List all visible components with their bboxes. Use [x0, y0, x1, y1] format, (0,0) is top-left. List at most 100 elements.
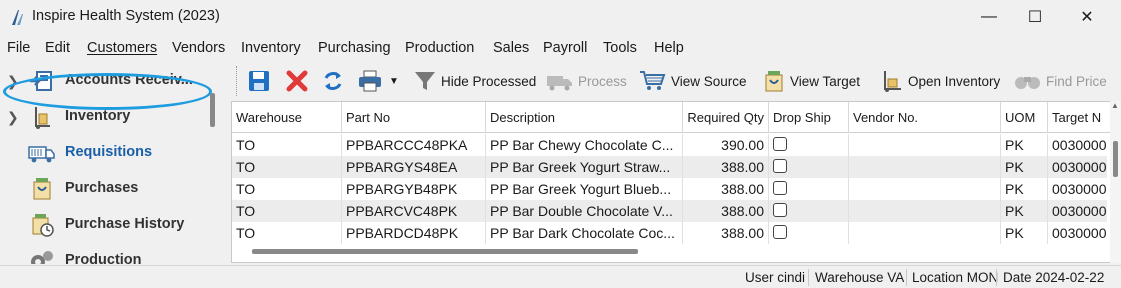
menu-sales[interactable]: Sales [493, 40, 529, 56]
table-row[interactable]: TO PPBARGYB48PK PP Bar Greek Yogurt Blue… [232, 178, 1107, 200]
status-warehouse: Warehouse VA [815, 270, 905, 285]
vertical-scrollbar[interactable]: ▲ [1110, 101, 1121, 263]
menu-payroll[interactable]: Payroll [543, 40, 587, 56]
purchase-bag-icon [765, 71, 783, 92]
view-target-button[interactable]: View Target [762, 68, 860, 94]
column-header-drop-ship[interactable]: Drop Ship [769, 102, 849, 133]
shopping-cart-icon [640, 71, 666, 90]
sidebar-scrollbar[interactable] [210, 93, 215, 127]
close-icon: ✕ [1080, 9, 1094, 26]
column-header-required-qty[interactable]: Required Qty [683, 102, 769, 133]
cell-target-no: 0030000 [1052, 159, 1107, 175]
purchase-bag-icon [33, 178, 51, 200]
drop-ship-checkbox[interactable] [773, 137, 787, 151]
column-header-part-no[interactable]: Part No [342, 102, 486, 133]
maximize-icon: ☐ [1027, 9, 1043, 26]
cell-uom: PK [1001, 178, 1048, 200]
maximize-button[interactable]: ☐ [1012, 0, 1058, 34]
cell-warehouse: TO [232, 222, 342, 244]
table-row[interactable]: TO PPBARDCD48PK PP Bar Dark Chocolate Co… [232, 222, 1107, 244]
cell-uom: PK [1001, 222, 1048, 244]
menu-file[interactable]: File [7, 40, 30, 56]
column-header-warehouse[interactable]: Warehouse [232, 102, 342, 133]
menu-purchasing[interactable]: Purchasing [318, 40, 391, 56]
menu-vendors[interactable]: Vendors [172, 40, 225, 56]
cell-warehouse: TO [232, 134, 342, 156]
status-divider [808, 269, 809, 286]
drop-ship-checkbox[interactable] [773, 159, 787, 173]
vertical-scroll-thumb[interactable] [1113, 141, 1118, 177]
save-button[interactable] [247, 68, 271, 94]
process-button[interactable]: Process [546, 68, 627, 94]
sidebar-item-label: Purchase History [65, 216, 185, 232]
hide-processed-button[interactable]: Hide Processed [413, 68, 536, 94]
status-divider [906, 269, 907, 286]
table-row[interactable]: TO PPBARGYS48EA PP Bar Greek Yogurt Stra… [232, 156, 1107, 178]
delete-button[interactable] [285, 68, 309, 94]
menu-edit[interactable]: Edit [45, 40, 70, 56]
menu-tools[interactable]: Tools [603, 40, 637, 56]
cell-target-no: 0030000 [1052, 181, 1107, 197]
status-bar: User cindi Warehouse VA Location MON Dat… [0, 265, 1121, 288]
cell-target-no: 0030000 [1052, 203, 1107, 219]
print-icon [359, 70, 381, 92]
column-header-uom[interactable]: UOM [1001, 102, 1048, 133]
view-source-button[interactable]: View Source [639, 68, 747, 94]
column-header-vendor-no[interactable]: Vendor No. [849, 102, 1001, 133]
cell-description: PP Bar Greek Yogurt Straw... [486, 156, 683, 178]
menu-production[interactable]: Production [405, 40, 474, 56]
cell-vendor-no [849, 222, 1001, 244]
title-bar: Inspire Health System (2023) — ☐ ✕ [0, 0, 1121, 34]
cell-part-no: PPBARDCD48PK [342, 222, 486, 244]
cell-uom: PK [1001, 200, 1048, 222]
filter-icon [415, 72, 435, 90]
cell-description: PP Bar Double Chocolate V... [486, 200, 683, 222]
table-row[interactable]: TO PPBARCCC48PKA PP Bar Chewy Chocolate … [232, 134, 1107, 156]
find-price-button[interactable]: Find Price [1014, 68, 1107, 94]
print-button[interactable]: ▼ [357, 68, 399, 94]
cell-warehouse: TO [232, 178, 342, 200]
chevron-down-icon[interactable]: ▼ [389, 76, 399, 87]
binoculars-icon [1015, 77, 1040, 89]
drop-ship-checkbox[interactable] [773, 225, 787, 239]
table-row[interactable]: TO PPBARCVC48PK PP Bar Double Chocolate … [232, 200, 1107, 222]
menu-customers[interactable]: Customers [87, 40, 157, 56]
refresh-button[interactable] [321, 68, 345, 94]
sidebar-item-label: Requisitions [65, 144, 153, 160]
table-header: Warehouse Part No Description Required Q… [232, 102, 1120, 133]
cell-vendor-no [849, 200, 1001, 222]
open-inventory-button[interactable]: Open Inventory [880, 68, 1000, 94]
sidebar-item-requisitions[interactable]: Requisitions [0, 136, 222, 170]
truck-icon [28, 146, 55, 163]
menu-bar: File Edit Customers Vendors Inventory Pu… [0, 38, 1121, 60]
status-location: Location MON [912, 270, 999, 285]
purchase-history-icon [32, 214, 54, 237]
sidebar-item-label: Inventory [65, 108, 131, 124]
cell-description: PP Bar Dark Chocolate Coc... [486, 222, 683, 244]
cell-uom: PK [1001, 134, 1048, 156]
cell-description: PP Bar Greek Yogurt Blueb... [486, 178, 683, 200]
sidebar-item-purchases[interactable]: Purchases [0, 172, 222, 206]
horizontal-scroll-thumb[interactable] [252, 249, 638, 254]
menu-help[interactable]: Help [654, 40, 684, 56]
menu-inventory[interactable]: Inventory [241, 40, 301, 56]
cell-target-no: 0030000 [1052, 137, 1107, 153]
minimize-icon: — [981, 8, 997, 25]
sidebar-item-production[interactable]: Production [0, 244, 222, 264]
cell-required-qty: 388.00 [683, 222, 769, 244]
cell-vendor-no [849, 178, 1001, 200]
scroll-up-icon[interactable]: ▲ [1111, 101, 1119, 110]
sidebar-item-label: Purchases [65, 180, 139, 196]
close-button[interactable]: ✕ [1064, 0, 1110, 34]
cell-part-no: PPBARCCC48PKA [342, 134, 486, 156]
sidebar-item-purchase-history[interactable]: Purchase History [0, 208, 222, 242]
column-header-description[interactable]: Description [486, 102, 683, 133]
drop-ship-checkbox[interactable] [773, 181, 787, 195]
drop-ship-checkbox[interactable] [773, 203, 787, 217]
chevron-right-icon[interactable]: ❯ [7, 109, 19, 126]
minimize-button[interactable]: — [966, 0, 1012, 34]
inventory-icon [35, 107, 50, 129]
cell-required-qty: 388.00 [683, 178, 769, 200]
status-date: Date 2024-02-22 [1003, 270, 1105, 285]
find-price-label: Find Price [1046, 73, 1107, 89]
